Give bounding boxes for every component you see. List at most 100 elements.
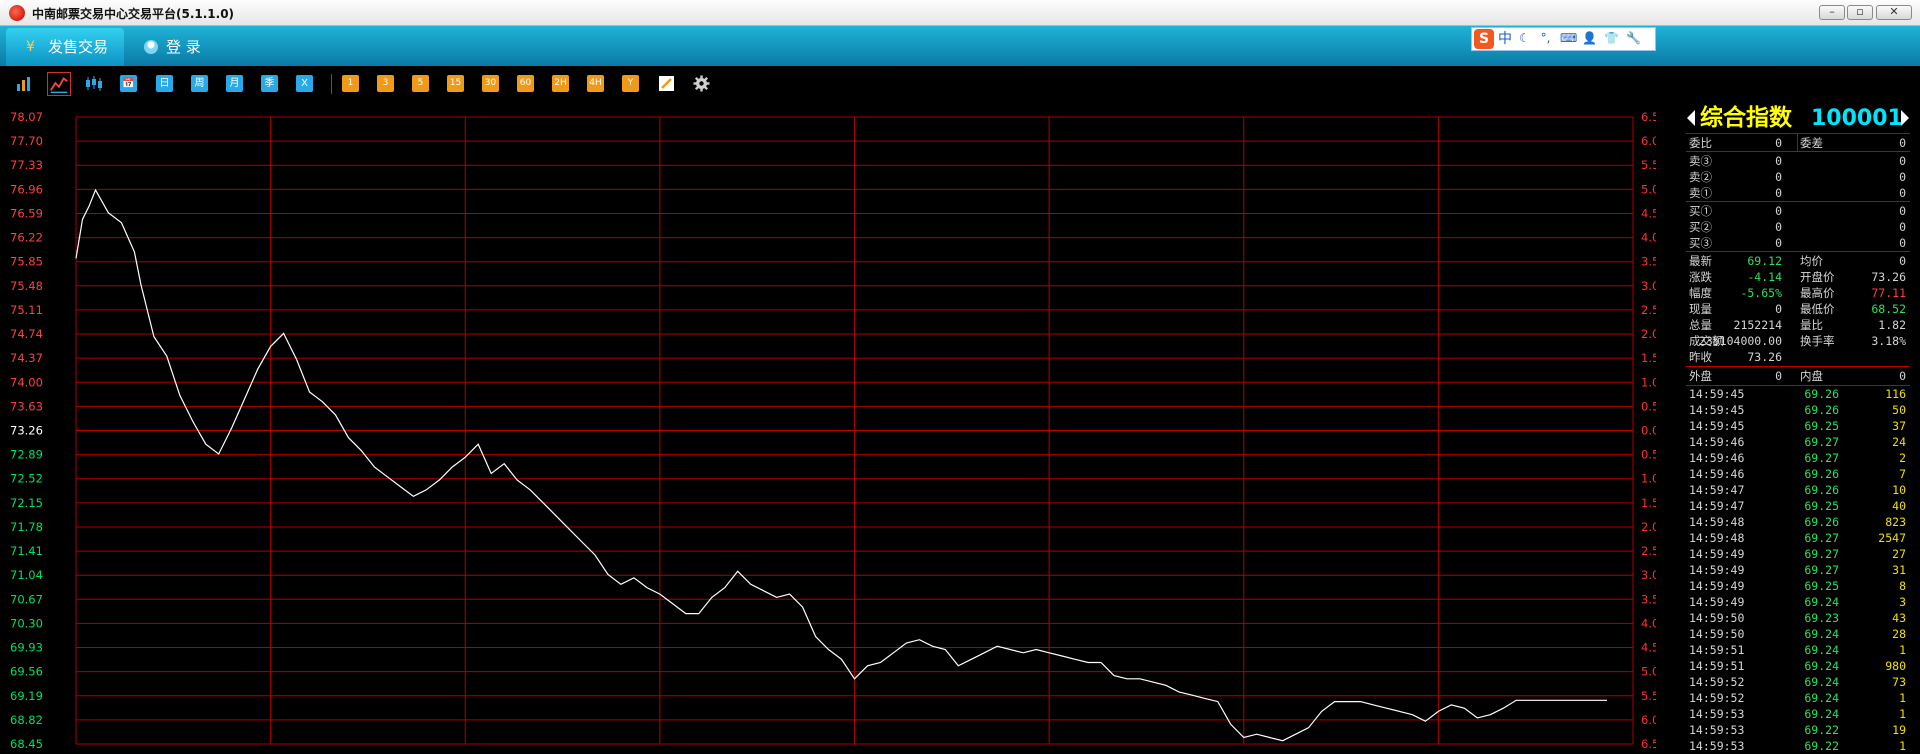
y-tick-label: 72.52 (10, 472, 43, 486)
trade-tick-row: 14:59:53 69.22 19 (1686, 722, 1910, 738)
period-day-button[interactable]: 日 (156, 75, 173, 92)
trade-tick-row: 14:59:51 69.24 1 (1686, 642, 1910, 658)
trade-price: 69.24 (1804, 643, 1839, 657)
next-symbol-arrow-icon[interactable] (1901, 110, 1909, 126)
window-titlebar: 中南邮票交易中心交易平台(5.1.1.0) – ▫ ✕ (0, 0, 1920, 26)
stat-value-2: 77.11 (1871, 286, 1906, 300)
intraday-chart[interactable]: 78.07 77.70 77.33 76.96 76.59 76.22 75.85 75.48… (6, 109, 1656, 753)
minimize-button[interactable]: – (1819, 5, 1845, 20)
ime-toolbar[interactable]: S 中 ☾ °, ⌨ 👤 👕 🔧 (1471, 27, 1656, 51)
panel-divider (1686, 151, 1910, 152)
trade-time: 14:59:51 (1689, 659, 1745, 673)
pct-tick-label: 5.56% (1641, 689, 1656, 703)
y-tick-label: 75.85 (10, 255, 43, 269)
pct-tick-label: 2.53% (1641, 303, 1656, 317)
keyboard-icon[interactable]: ⌨ (1560, 31, 1577, 46)
pct-tick-label: 6.57% (1641, 110, 1656, 124)
prev-close-row: 昨收 73.26 (1686, 349, 1910, 365)
trade-volume: 40 (1892, 499, 1906, 513)
sell-level-label: 卖② (1689, 170, 1712, 184)
sogou-logo-icon[interactable]: S (1474, 29, 1494, 49)
trade-price: 69.26 (1804, 467, 1839, 481)
pct-tick-label: 3.54% (1641, 255, 1656, 269)
trade-tick-row: 14:59:49 69.27 27 (1686, 546, 1910, 562)
pct-tick-label: 4.55% (1641, 206, 1656, 220)
sell-level-label: 卖① (1689, 186, 1712, 200)
trade-time: 14:59:47 (1689, 483, 1745, 497)
draw-icon[interactable] (658, 75, 675, 92)
period-4h-button[interactable]: 4H (587, 75, 604, 92)
trade-time: 14:59:48 (1689, 531, 1745, 545)
y-tick-label: 77.33 (10, 158, 43, 172)
trade-price: 69.23 (1804, 611, 1839, 625)
y-tick-label: 70.67 (10, 592, 43, 606)
trade-volume: 1 (1899, 643, 1906, 657)
shirt-icon[interactable]: 👕 (1604, 31, 1619, 46)
sell-price: 0 (1775, 186, 1782, 200)
period-month-button[interactable]: 月 (226, 75, 243, 92)
trade-time: 14:59:53 (1689, 739, 1745, 753)
period-x-button[interactable]: X (296, 75, 313, 92)
calendar-button[interactable]: 📅 (120, 75, 137, 92)
trade-tick-row: 14:59:49 69.27 31 (1686, 562, 1910, 578)
trade-time: 14:59:52 (1689, 691, 1745, 705)
period-2h-button[interactable]: 2H (552, 75, 569, 92)
pct-tick-label: 5.05% (1641, 665, 1656, 679)
close-button[interactable]: ✕ (1876, 5, 1912, 20)
trade-price: 69.26 (1804, 403, 1839, 417)
trade-volume: 73 (1892, 675, 1906, 689)
prev-symbol-arrow-icon[interactable] (1687, 110, 1695, 126)
trade-volume: 31 (1892, 563, 1906, 577)
candlestick-icon[interactable] (84, 75, 104, 92)
y-tick-label: 78.07 (10, 110, 43, 124)
period-5m-button[interactable]: 5 (412, 75, 429, 92)
trade-volume: 1 (1899, 707, 1906, 721)
trade-tick-row: 14:59:49 69.25 8 (1686, 578, 1910, 594)
period-year-button[interactable]: Y (622, 75, 639, 92)
quote-header: 综合指数 100001 (1686, 104, 1910, 132)
trade-price: 69.27 (1804, 451, 1839, 465)
user-icon[interactable]: 👤 (1582, 31, 1597, 46)
trade-time: 14:59:45 (1689, 403, 1745, 417)
period-30m-button[interactable]: 30 (482, 75, 499, 92)
trade-price: 69.25 (1804, 499, 1839, 513)
panel-divider (1686, 385, 1910, 386)
stat-label-2: 换手率 (1800, 334, 1835, 348)
sell-volume: 0 (1899, 170, 1906, 184)
pct-tick-label: 3.03% (1641, 279, 1656, 293)
wrench-icon[interactable]: 🔧 (1626, 31, 1641, 46)
y-tick-label: 77.70 (10, 134, 43, 148)
restore-button[interactable]: ▫ (1847, 5, 1873, 20)
buy-price: 0 (1775, 204, 1782, 218)
period-season-button[interactable]: 季 (261, 75, 278, 92)
ime-mode-toggle[interactable]: 中 (1498, 30, 1512, 48)
panel-divider (1686, 366, 1910, 367)
login-button[interactable]: 登 录 (140, 28, 201, 66)
trade-tick-row: 14:59:52 69.24 1 (1686, 690, 1910, 706)
trade-time: 14:59:49 (1689, 563, 1745, 577)
punctuation-icon[interactable]: °, (1538, 31, 1553, 46)
tab-trade[interactable]: ¥ 发售交易 (6, 28, 124, 66)
trade-tick-row: 14:59:48 69.27 2547 (1686, 530, 1910, 546)
trade-tick-row: 14:59:51 69.24 980 (1686, 658, 1910, 674)
period-week-button[interactable]: 周 (191, 75, 208, 92)
period-60m-button[interactable]: 60 (517, 75, 534, 92)
line-chart-icon[interactable] (47, 72, 71, 96)
bar-chart-icon[interactable] (15, 75, 32, 92)
stat-label-2: 量比 (1800, 318, 1823, 332)
stat-label-2: 最低价 (1800, 302, 1835, 316)
period-3m-button[interactable]: 3 (377, 75, 394, 92)
buy-volume: 0 (1899, 220, 1906, 234)
period-15m-button[interactable]: 15 (447, 75, 464, 92)
buy-price: 0 (1775, 236, 1782, 250)
moon-icon[interactable]: ☾ (1517, 31, 1532, 46)
y-tick-label: 76.96 (10, 182, 43, 196)
trade-volume: 2 (1899, 451, 1906, 465)
gear-icon[interactable] (693, 75, 710, 92)
stat-value-2: 73.26 (1871, 270, 1906, 284)
trade-tick-row: 14:59:46 69.27 24 (1686, 434, 1910, 450)
pct-tick-label: 4.04% (1641, 616, 1656, 630)
period-1m-button[interactable]: 1 (342, 75, 359, 92)
sell-row: 卖③ 0 0 (1686, 153, 1910, 169)
y-tick-label: 68.82 (10, 713, 43, 727)
